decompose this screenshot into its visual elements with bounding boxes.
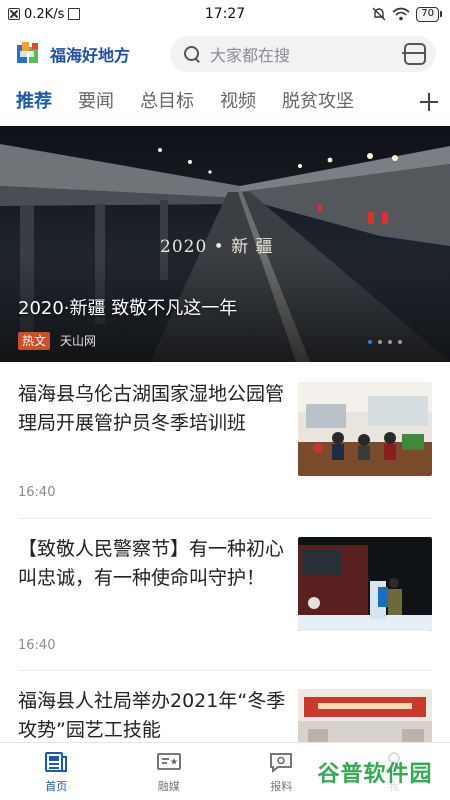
app-header: 福海好地方 大家都在搜 xyxy=(0,32,450,76)
home-news-icon xyxy=(45,752,68,772)
status-time: 17:27 xyxy=(204,6,246,22)
news-thumbnail[interactable] xyxy=(298,689,432,743)
news-thumbnail[interactable] xyxy=(298,537,432,631)
watermark: 谷普软件园 xyxy=(307,752,443,792)
tab-poverty-alleviation[interactable]: 脱贫攻坚 xyxy=(282,82,354,122)
nav-label: 首页 xyxy=(45,780,68,793)
search-bar[interactable]: 大家都在搜 xyxy=(170,36,436,72)
carousel-dot[interactable] xyxy=(368,340,372,344)
logo-mark-icon xyxy=(17,42,38,63)
banner-tag: 热文 xyxy=(18,332,51,350)
tab-video[interactable]: 视频 xyxy=(220,82,256,122)
search-placeholder: 大家都在搜 xyxy=(210,46,291,65)
night-police-truck-photo xyxy=(298,537,432,631)
search-icon xyxy=(184,46,200,62)
app-logo[interactable]: 福海好地方 xyxy=(14,39,164,69)
nav-media[interactable]: 融媒 xyxy=(113,743,226,800)
news-item[interactable]: 【致敬人民警察节】有一种初心叫忠诚，有一种使命叫守护！ 16:40 xyxy=(0,519,450,669)
scan-icon[interactable] xyxy=(402,43,426,65)
sim-off-icon xyxy=(8,8,20,20)
training-hall-photo xyxy=(298,689,432,743)
tab-headlines[interactable]: 要闻 xyxy=(78,82,114,122)
status-bar: 0.2K/s 17:27 70 xyxy=(0,0,450,28)
battery-icon: 70 xyxy=(416,6,442,22)
battery-level: 70 xyxy=(416,6,439,22)
tab-goals[interactable]: 总目标 xyxy=(140,82,194,122)
media-card-icon xyxy=(156,753,181,770)
meeting-room-photo xyxy=(298,382,432,476)
carousel-dot[interactable] xyxy=(398,340,402,344)
banner-caption: 2020 • 新 疆 xyxy=(160,237,274,257)
banner-source: 天山网 xyxy=(60,334,97,348)
report-chat-icon xyxy=(270,753,293,773)
carousel-dot[interactable] xyxy=(378,340,382,344)
wifi-icon xyxy=(392,7,410,21)
category-tabs: 推荐 要闻 总目标 视频 脱贫攻坚 xyxy=(0,82,450,122)
news-item[interactable]: 福海县乌伦古湖国家湿地公园管理局开展管护员冬季培训班 16:40 xyxy=(0,368,450,518)
news-time: 16:40 xyxy=(18,638,56,653)
mute-bell-icon xyxy=(372,7,386,21)
network-speed: 0.2K/s xyxy=(24,6,65,22)
news-title[interactable]: 福海县人社局举办2021年“冬季攻势”园艺工技能 xyxy=(18,687,286,743)
news-item[interactable]: 福海县人社局举办2021年“冬季攻势”园艺工技能 xyxy=(0,671,450,743)
nav-label: 报料 xyxy=(270,780,293,793)
add-channel-icon[interactable] xyxy=(420,93,438,111)
news-title[interactable]: 【致敬人民警察节】有一种初心叫忠诚，有一种使命叫守护！ xyxy=(18,535,286,593)
nav-label: 融媒 xyxy=(157,780,180,793)
banner-carousel[interactable]: 2020 • 新 疆 2020·新疆 致敬不凡这一年 热文 天山网 xyxy=(0,126,450,362)
carousel-dot[interactable] xyxy=(388,340,392,344)
tab-recommend[interactable]: 推荐 xyxy=(16,82,52,122)
status-left: 0.2K/s xyxy=(8,7,158,22)
banner-title[interactable]: 2020·新疆 致敬不凡这一年 xyxy=(18,294,237,320)
news-time: 16:40 xyxy=(18,485,56,500)
news-title[interactable]: 福海县乌伦古湖国家湿地公园管理局开展管护员冬季培训班 xyxy=(18,380,286,438)
news-thumbnail[interactable] xyxy=(298,382,432,476)
nav-home[interactable]: 首页 xyxy=(0,743,113,800)
image-notification-icon xyxy=(68,8,81,20)
app-name: 福海好地方 xyxy=(50,46,131,65)
status-right: 70 xyxy=(292,6,442,22)
carousel-dots xyxy=(368,340,402,344)
